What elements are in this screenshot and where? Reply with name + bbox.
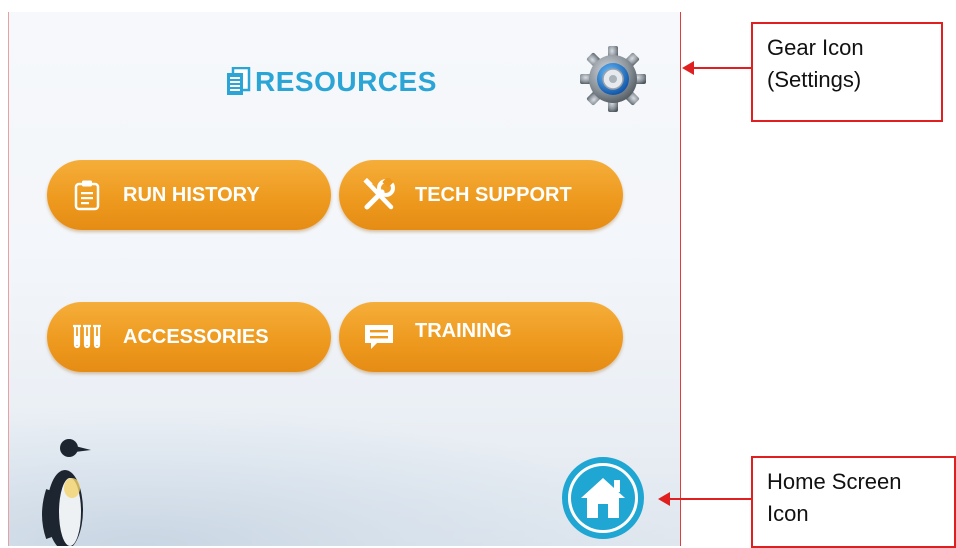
documents-icon xyxy=(227,67,251,95)
training-label: TRAINING xyxy=(415,319,512,342)
test-tubes-icon xyxy=(69,319,105,355)
clipboard-icon xyxy=(69,177,105,213)
gear-callout-line1: Gear Icon xyxy=(767,35,864,60)
home-callout-line2: Icon xyxy=(767,501,809,526)
penguin-image xyxy=(42,439,91,546)
page-title: RESOURCES xyxy=(225,62,437,102)
chat-bubble-icon xyxy=(361,319,397,355)
home-callout: Home Screen Icon xyxy=(751,456,956,548)
device-screen: RESOURCES RUN HISTORY TECH SUPPORT ACCES… xyxy=(8,12,681,546)
tools-icon xyxy=(361,177,397,213)
tech-support-button[interactable]: TECH SUPPORT xyxy=(339,160,623,230)
page-title-text: RESOURCES xyxy=(255,66,437,97)
run-history-label: RUN HISTORY xyxy=(123,183,260,206)
gear-callout: Gear Icon (Settings) xyxy=(751,22,943,122)
home-callout-arrow xyxy=(658,492,751,506)
tech-support-label: TECH SUPPORT xyxy=(415,183,572,206)
accessories-button[interactable]: ACCESSORIES xyxy=(47,302,331,372)
home-callout-line1: Home Screen xyxy=(767,469,902,494)
training-button[interactable]: TRAINING xyxy=(339,302,623,372)
accessories-label: ACCESSORIES xyxy=(123,325,269,348)
home-icon[interactable] xyxy=(561,456,645,540)
gear-callout-arrow xyxy=(682,61,751,75)
gear-icon[interactable] xyxy=(578,44,648,114)
gear-callout-line2: (Settings) xyxy=(767,67,862,92)
run-history-button[interactable]: RUN HISTORY xyxy=(47,160,331,230)
